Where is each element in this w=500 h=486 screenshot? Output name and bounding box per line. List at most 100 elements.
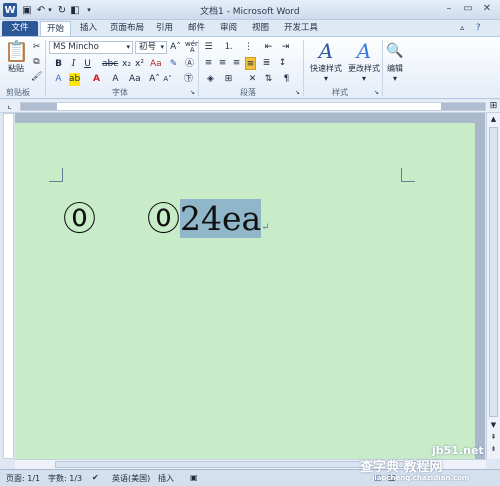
underline-button[interactable]: U [82, 58, 93, 71]
next-page-icon[interactable]: ⇟ [488, 443, 499, 456]
scroll-up-icon[interactable]: ▲ [488, 113, 499, 126]
customize-toolbar-icon[interactable]: ▾ [84, 3, 94, 17]
chinese-layout-icon[interactable]: ✕ [247, 73, 258, 86]
font-color-icon[interactable]: A [91, 73, 102, 86]
shrink-font-size-icon[interactable]: A˅ [162, 73, 173, 86]
save-icon[interactable]: ▣ [21, 3, 33, 17]
tab-insert[interactable]: 插入 [74, 21, 103, 37]
styles-dialog-launcher-icon[interactable]: ↘ [371, 87, 382, 100]
window-title: 文档1 - Microsoft Word [200, 7, 300, 17]
multilevel-list-icon[interactable]: ⋮ [243, 41, 254, 54]
ribbon-tabs: 文件 开始 插入 页面布局 引用 邮件 审阅 视图 开发工具 ▵ ? [0, 20, 500, 37]
font-name-value: MS Mincho [53, 42, 99, 52]
change-case-icon[interactable]: Aa [150, 58, 162, 71]
justify-icon[interactable]: ≡ [245, 57, 256, 70]
document-text-line[interactable]: ⓪24ea↵ [147, 199, 270, 248]
document-text-circled-zero[interactable]: ⓪ [63, 199, 96, 239]
tab-home[interactable]: 开始 [40, 21, 72, 37]
close-button[interactable]: ✕ [478, 3, 496, 16]
proofing-icon[interactable]: ✔ [92, 473, 99, 482]
horizontal-ruler[interactable]: ⌞ ⊞ [0, 100, 500, 113]
separator [198, 40, 199, 96]
subscript-button[interactable]: x₂ [121, 58, 132, 71]
help-icon[interactable]: ? [476, 21, 481, 37]
vertical-scrollbar[interactable]: ▲ ▼ ⇞ ⇟ [486, 113, 500, 459]
enclose-char-icon[interactable]: ㊦ [183, 73, 194, 86]
minimize-button[interactable]: – [440, 3, 458, 16]
tab-view[interactable]: 视图 [246, 21, 275, 37]
change-styles-button[interactable]: A 更改样式 ▾ [345, 40, 383, 84]
font-size-select[interactable]: 初号 ▾ [135, 41, 167, 54]
word-logo-icon[interactable]: W [3, 3, 17, 17]
language-label[interactable]: 英语(美国) [112, 473, 150, 484]
view-ruler-icon[interactable]: ⊞ [488, 100, 499, 113]
increase-indent-icon[interactable]: ⇥ [280, 41, 291, 54]
paragraph-group-label: 段落 [240, 88, 256, 97]
scroll-thumb[interactable] [489, 127, 498, 417]
align-left-icon[interactable]: ≡ [203, 57, 214, 70]
format-painter-icon[interactable]: 🖌 [31, 71, 42, 84]
italic-button[interactable]: I [68, 58, 79, 71]
quick-styles-label: 快速样式 [310, 64, 342, 73]
show-marks-icon[interactable]: ¶ [281, 73, 292, 86]
change-styles-label: 更改样式 [348, 64, 380, 73]
paste-button[interactable]: 📋 粘贴 [4, 39, 29, 74]
bold-button[interactable]: B [53, 58, 64, 71]
clipboard-icon: 📋 [4, 39, 29, 63]
tab-mailings[interactable]: 邮件 [182, 21, 211, 37]
vertical-ruler[interactable] [3, 113, 14, 459]
tab-file[interactable]: 文件 [2, 21, 38, 37]
quick-styles-button[interactable]: A 快速样式 ▾ [307, 40, 345, 84]
tab-review[interactable]: 审阅 [214, 21, 243, 37]
copy-icon[interactable]: ⧉ [31, 56, 42, 69]
print-preview-icon[interactable]: ◧ [69, 3, 81, 17]
tab-developer[interactable]: 开发工具 [278, 21, 324, 37]
tab-page-layout[interactable]: 页面布局 [104, 21, 150, 37]
line-spacing-icon[interactable]: ↕ [277, 57, 288, 70]
paste-label: 粘贴 [8, 64, 24, 73]
font-size-value: 初号 [139, 42, 157, 52]
clear-format-icon[interactable]: ✎ [168, 58, 179, 71]
grow-font-icon[interactable]: A˄ [170, 41, 181, 54]
maximize-button[interactable]: ▭ [459, 3, 477, 16]
highlight-icon[interactable]: ab [69, 73, 81, 86]
align-right-icon[interactable]: ≡ [231, 57, 242, 70]
character-border-icon[interactable]: Ⓐ [184, 58, 195, 71]
undo-dropdown-icon[interactable]: ▾ [46, 3, 54, 17]
shading-icon[interactable]: ◈ [205, 73, 216, 86]
distributed-icon[interactable]: ≣ [261, 57, 272, 70]
paragraph-dialog-launcher-icon[interactable]: ↘ [292, 87, 303, 100]
borders-icon[interactable]: ⊞ [223, 73, 234, 86]
font-name-select[interactable]: MS Mincho ▾ [49, 41, 133, 54]
strikethrough-button[interactable]: abc [102, 58, 118, 71]
character-shading-icon[interactable]: A [110, 73, 121, 86]
sort-icon[interactable]: ⇅ [263, 73, 274, 86]
ribbon-minimize-icon[interactable]: ▵ [460, 21, 464, 37]
margin-corner-top-right [401, 168, 415, 182]
numbering-icon[interactable]: ⒈ [223, 41, 234, 54]
insert-mode-label[interactable]: 插入 [158, 473, 174, 484]
margin-corner-top-left [49, 168, 63, 182]
editing-button[interactable]: 🔍 编辑 ▾ [386, 40, 404, 84]
tab-selector-icon[interactable]: ⌞ [4, 100, 15, 113]
document-page[interactable]: ⓪ ⓪24ea↵ [15, 123, 475, 459]
word-count[interactable]: 字数: 1/3 [48, 473, 82, 484]
align-center-icon[interactable]: ≡ [217, 57, 228, 70]
macro-record-icon[interactable]: ▣ [190, 473, 198, 482]
grow-font-size-icon[interactable]: A˄ [149, 73, 160, 86]
ruler-bar [20, 102, 486, 111]
superscript-button[interactable]: x² [134, 58, 145, 71]
redo-icon[interactable]: ↻ [56, 3, 68, 17]
font-dialog-launcher-icon[interactable]: ↘ [187, 87, 198, 100]
cut-icon[interactable]: ✂ [31, 41, 42, 54]
decrease-indent-icon[interactable]: ⇤ [263, 41, 274, 54]
title-bar: W ▣ ↶ ▾ ↻ ◧ ▾ 文档1 - Microsoft Word – ▭ ✕ [0, 0, 500, 20]
enclose-character-icon[interactable]: Aa [129, 73, 141, 86]
circled-zero-text: ⓪ [147, 199, 180, 238]
bullets-icon[interactable]: ☰ [203, 41, 214, 54]
page-count[interactable]: 页面: 1/1 [6, 473, 40, 484]
text-effect-icon[interactable]: A [53, 73, 64, 86]
quick-styles-icon: A [318, 39, 334, 63]
tab-references[interactable]: 引用 [150, 21, 179, 37]
selected-text[interactable]: 24ea [180, 199, 262, 238]
